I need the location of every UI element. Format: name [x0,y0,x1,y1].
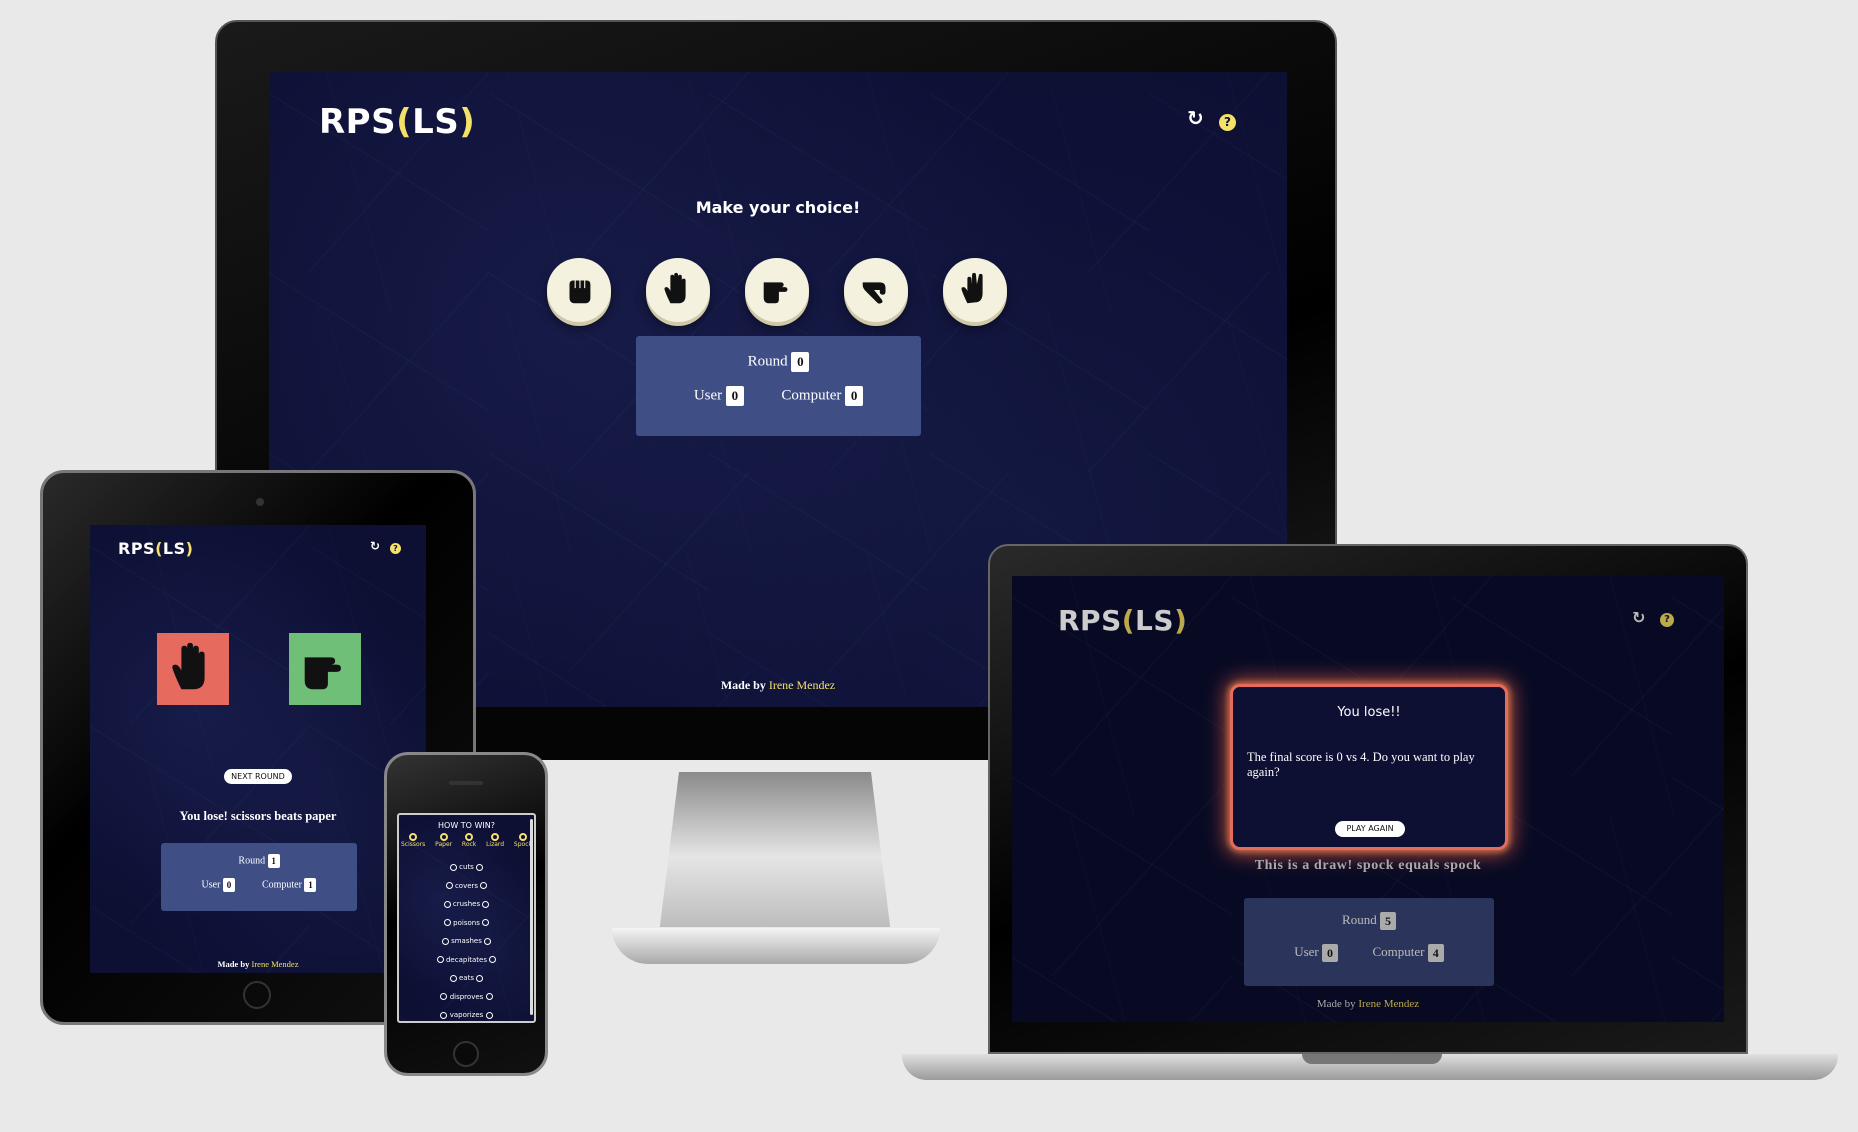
help-icon[interactable]: ? [1219,114,1236,131]
spock-button[interactable] [943,258,1007,322]
rule-row: vaporizes [399,1011,534,1021]
how-to-win-title: HOW TO WIN? [438,821,495,830]
refresh-icon[interactable]: ↻ [1187,106,1204,130]
scissors-hand-icon [763,282,788,304]
legend-item: Lizard [486,833,504,848]
monitor-stand [659,772,891,927]
lizard-button[interactable] [844,258,908,322]
user-choice-card [157,633,229,705]
spock-hand-icon [961,272,983,304]
refresh-icon[interactable]: ↻ [370,539,380,553]
tablet-home-button[interactable] [243,981,271,1009]
help-icon[interactable]: ? [390,543,401,554]
phone-device: HOW TO WIN? Scissors Paper Rock Lizard S… [384,752,548,1076]
computer-label: Computer [781,387,842,404]
score-card: Round 1 User 0 Computer 1 [161,843,357,911]
logo[interactable]: RPS(LS) [1058,604,1187,637]
tablet-screen: RPS(LS) ↻ ? NEXT ROUND You lose! scissor… [90,525,426,973]
modal-title: You lose!! [1337,705,1401,720]
author-link[interactable]: Irene Mendez [1358,998,1419,1010]
user-label: User [1294,944,1319,960]
rule-row: covers [399,882,534,901]
computer-choice-card [289,633,361,705]
modal-text: The final score is 0 vs 4. Do you want t… [1247,750,1475,779]
monitor-base [612,928,940,964]
phone-speaker [449,781,483,785]
phone-home-button[interactable] [453,1041,479,1067]
rule-row: eats [399,974,534,993]
prompt-text: Make your choice! [695,198,861,217]
phone-scrollbar[interactable] [530,819,533,1015]
round-value: 1 [267,854,280,868]
laptop-device: RPS(LS) ↻ ? You lose!! The final score i… [988,544,1748,1054]
rule-row: disproves [399,993,534,1012]
user-score: 0 [725,386,744,406]
user-label: User [201,879,221,891]
user-score: 0 [222,878,235,892]
tablet-camera [256,498,264,506]
footer: Made by Irene Mendez [217,959,299,969]
score-card: Round 0 User 0 Computer 0 [636,336,921,436]
computer-label: Computer [261,879,302,891]
paper-hand-icon [172,642,205,690]
rock-hand-icon [569,280,591,304]
result-text: This is a draw! spock equals spock [1254,858,1482,873]
computer-score: 0 [845,386,864,406]
legend-row: Scissors Paper Rock Lizard Spock [401,833,532,848]
help-icon[interactable]: ? [1660,613,1674,627]
logo[interactable]: RPS(LS) [319,102,475,142]
rule-row: decapitates [399,956,534,975]
author-link[interactable]: Irene Mendez [769,678,835,692]
scissors-button[interactable] [745,258,809,322]
game-over-modal: You lose!! The final score is 0 vs 4. Do… [1230,684,1508,850]
round-value: 5 [1379,912,1396,931]
computer-score: 1 [304,878,317,892]
rules-list: cuts covers crushes poisons smashes deca… [399,863,534,1021]
user-score: 0 [1322,944,1339,963]
paper-button[interactable] [646,258,710,322]
score-card: Round 5 User 0 Computer 4 [1244,898,1494,986]
legend-item: Rock [462,833,476,848]
result-text: You lose! scissors beats paper [179,809,337,823]
legend-item: Scissors [401,833,425,848]
rule-row: poisons [399,919,534,938]
computer-label: Computer [1372,944,1425,960]
rule-row: crushes [399,900,534,919]
rule-row: smashes [399,937,534,956]
rock-button[interactable] [547,258,611,322]
round-value: 0 [791,352,810,372]
author-link[interactable]: Irene Mendez [252,959,299,969]
computer-score: 4 [1427,944,1444,963]
user-label: User [693,387,723,404]
scissors-hand-icon [304,657,341,690]
paper-hand-icon [664,272,686,304]
next-round-button[interactable]: NEXT ROUND [224,769,292,784]
phone-screen: HOW TO WIN? Scissors Paper Rock Lizard S… [397,813,536,1023]
legend-item: Paper [435,833,452,848]
round-label: Round [747,353,788,370]
play-again-button[interactable]: PLAY AGAIN [1335,821,1405,837]
laptop-screen: RPS(LS) ↻ ? You lose!! The final score i… [1012,576,1724,1022]
refresh-icon[interactable]: ↻ [1632,608,1645,627]
round-label: Round [1342,912,1377,927]
round-label: Round [238,855,266,867]
logo[interactable]: RPS(LS) [118,539,193,558]
lizard-hand-icon [862,282,886,304]
laptop-notch [1302,1054,1442,1064]
rule-row: cuts [399,863,534,882]
footer: Made by Irene Mendez [1316,998,1420,1010]
